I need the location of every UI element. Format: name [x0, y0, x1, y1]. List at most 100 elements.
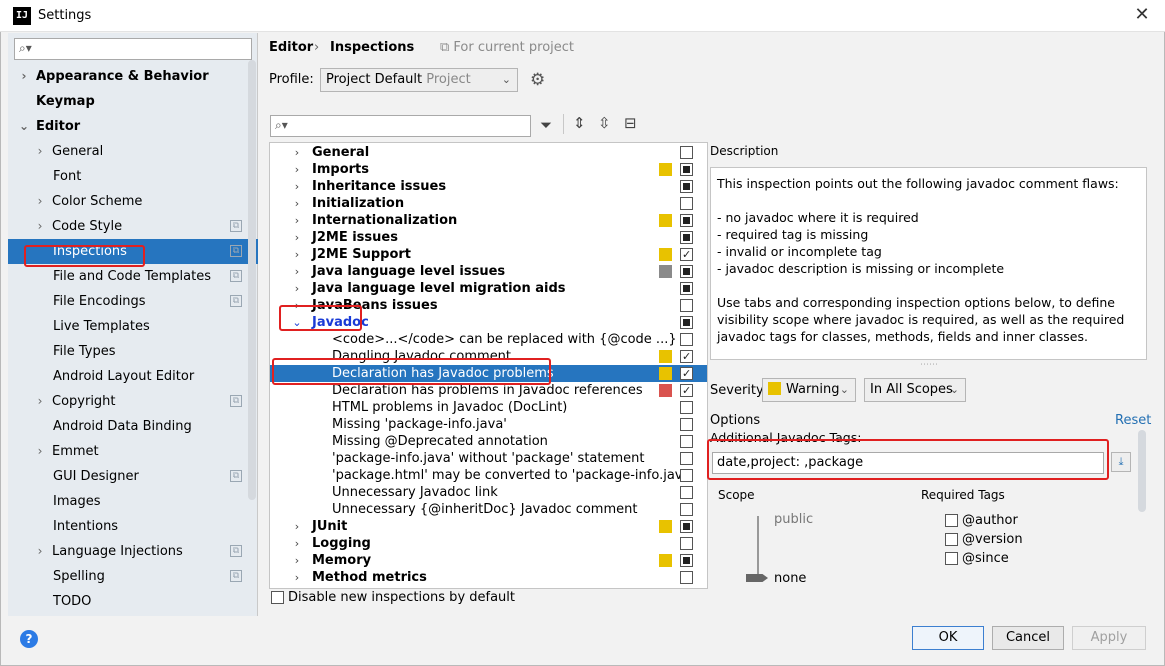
chevron-right-icon[interactable]: ›: [34, 439, 46, 464]
chevron-right-icon[interactable]: ›: [34, 139, 46, 164]
inspection-enabled-checkbox[interactable]: [680, 503, 693, 516]
inspection-row[interactable]: Missing 'package-info.java': [270, 416, 707, 433]
inspection-row[interactable]: HTML problems in Javadoc (DocLint): [270, 399, 707, 416]
inspection-enabled-checkbox[interactable]: [680, 452, 693, 465]
inspection-row[interactable]: 'package-info.java' without 'package' st…: [270, 450, 707, 467]
expand-field-icon[interactable]: ⤓: [1111, 452, 1131, 472]
sidebar-item-file-and-code-templates[interactable]: File and Code Templates ⧉: [8, 264, 258, 289]
inspection-enabled-checkbox[interactable]: [680, 265, 693, 278]
chevron-right-icon[interactable]: ›: [34, 389, 46, 414]
chevron-right-icon[interactable]: ›: [292, 280, 302, 297]
inspection-enabled-checkbox[interactable]: [680, 554, 693, 567]
collapse-all-icon[interactable]: ⇳: [598, 114, 611, 132]
chevron-right-icon[interactable]: ›: [292, 195, 302, 212]
inspection-enabled-checkbox[interactable]: [680, 418, 693, 431]
inspection-enabled-checkbox[interactable]: [680, 401, 693, 414]
sidebar-item-spelling[interactable]: Spelling ⧉: [8, 564, 258, 589]
sidebar-item-images[interactable]: Images: [8, 489, 258, 514]
chevron-right-icon[interactable]: ›: [292, 569, 302, 586]
sidebar-item-live-templates[interactable]: Live Templates: [8, 314, 258, 339]
sidebar-item-android-data-binding[interactable]: Android Data Binding: [8, 414, 258, 439]
reset-link[interactable]: Reset: [1115, 413, 1151, 428]
chevron-down-icon[interactable]: ⌄: [18, 114, 30, 139]
chevron-right-icon[interactable]: ›: [292, 552, 302, 569]
chevron-right-icon[interactable]: ›: [292, 212, 302, 229]
tag-version-checkbox[interactable]: [945, 533, 958, 546]
inspection-enabled-checkbox[interactable]: [680, 469, 693, 482]
inspection-row[interactable]: Unnecessary Javadoc link: [270, 484, 707, 501]
sidebar-search-input[interactable]: ⌕▾: [14, 38, 252, 60]
inspection-enabled-checkbox[interactable]: [680, 299, 693, 312]
inspection-enabled-checkbox[interactable]: [680, 180, 693, 193]
chevron-right-icon[interactable]: ›: [292, 229, 302, 246]
chevron-right-icon[interactable]: ›: [34, 214, 46, 239]
chevron-right-icon[interactable]: ›: [292, 246, 302, 263]
sidebar-item-intentions[interactable]: Intentions: [8, 514, 258, 539]
inspection-enabled-checkbox[interactable]: [680, 365, 693, 382]
sidebar-item-appearance-behavior[interactable]: › Appearance & Behavior: [8, 64, 258, 89]
filter-icon[interactable]: ⏷: [540, 116, 552, 134]
chevron-right-icon[interactable]: ›: [34, 189, 46, 214]
sidebar-item-file-encodings[interactable]: File Encodings ⧉: [8, 289, 258, 314]
chevron-right-icon[interactable]: ›: [292, 263, 302, 280]
inspection-group-row[interactable]: › Logging: [270, 535, 707, 552]
sidebar-item-editor[interactable]: ⌄ Editor: [8, 114, 258, 139]
splitter-handle[interactable]: ⋯⋯: [920, 360, 938, 370]
inspection-group-row[interactable]: › Memory: [270, 552, 707, 569]
inspection-enabled-checkbox[interactable]: [680, 231, 693, 244]
inspection-enabled-checkbox[interactable]: [680, 163, 693, 176]
inspection-search-input[interactable]: ⌕▾: [270, 115, 531, 137]
inspection-row[interactable]: Missing @Deprecated annotation: [270, 433, 707, 450]
inspection-group-row[interactable]: › J2ME issues: [270, 229, 707, 246]
inspection-group-row[interactable]: › Java language level migration aids: [270, 280, 707, 297]
inspection-group-row[interactable]: › Inheritance issues: [270, 178, 707, 195]
inspection-group-row[interactable]: › Java language level issues: [270, 263, 707, 280]
help-icon[interactable]: ?: [20, 630, 38, 648]
inspection-enabled-checkbox[interactable]: [680, 435, 693, 448]
inspection-enabled-checkbox[interactable]: [680, 537, 693, 550]
close-icon[interactable]: ✕: [1131, 4, 1153, 26]
inspection-group-row[interactable]: › Imports: [270, 161, 707, 178]
sidebar-item-font[interactable]: Font: [8, 164, 258, 189]
inspection-enabled-checkbox[interactable]: [680, 520, 693, 533]
reset-to-empty-icon[interactable]: ⊟: [624, 114, 637, 132]
sidebar-item-file-types[interactable]: File Types: [8, 339, 258, 364]
sidebar-scrollbar[interactable]: [248, 60, 256, 500]
chevron-right-icon[interactable]: ›: [292, 178, 302, 195]
sidebar-item-emmet[interactable]: › Emmet: [8, 439, 258, 464]
ok-button[interactable]: OK: [912, 626, 984, 650]
inspection-group-row[interactable]: › Initialization: [270, 195, 707, 212]
chevron-right-icon[interactable]: ›: [34, 539, 46, 564]
severity-select[interactable]: Warning ⌄: [762, 378, 856, 402]
scope-slider-track[interactable]: [757, 516, 759, 578]
inspection-enabled-checkbox[interactable]: [680, 333, 693, 346]
inspection-group-row[interactable]: › J2ME Support: [270, 246, 707, 263]
expand-all-icon[interactable]: ⇕: [573, 114, 586, 132]
chevron-right-icon[interactable]: ›: [292, 535, 302, 552]
inspection-enabled-checkbox[interactable]: [680, 486, 693, 499]
inspection-enabled-checkbox[interactable]: [680, 214, 693, 227]
inspection-enabled-checkbox[interactable]: [680, 146, 693, 159]
inspection-group-row[interactable]: › General: [270, 144, 707, 161]
chevron-right-icon[interactable]: ›: [292, 518, 302, 535]
inspection-group-row[interactable]: › Internationalization: [270, 212, 707, 229]
chevron-right-icon[interactable]: ›: [292, 144, 302, 161]
cancel-button[interactable]: Cancel: [992, 626, 1064, 650]
sidebar-item-color-scheme[interactable]: › Color Scheme: [8, 189, 258, 214]
tag-author-checkbox[interactable]: [945, 514, 958, 527]
sidebar-item-general[interactable]: › General: [8, 139, 258, 164]
sidebar-item-code-style[interactable]: › Code Style ⧉: [8, 214, 258, 239]
sidebar-item-gui-designer[interactable]: GUI Designer ⧉: [8, 464, 258, 489]
sidebar-item-todo[interactable]: TODO: [8, 589, 258, 614]
inspection-group-row[interactable]: › Method metrics: [270, 569, 707, 586]
inspection-enabled-checkbox[interactable]: [680, 382, 693, 399]
profile-select[interactable]: Project Default Project ⌄: [320, 68, 518, 92]
gear-icon[interactable]: ⚙: [530, 70, 545, 90]
inspection-row[interactable]: <code>...</code> can be replaced with {@…: [270, 331, 707, 348]
inspection-enabled-checkbox[interactable]: [680, 316, 693, 329]
inspection-row[interactable]: Unnecessary {@inheritDoc} Javadoc commen…: [270, 501, 707, 518]
inspection-enabled-checkbox[interactable]: [680, 571, 693, 584]
inspection-enabled-checkbox[interactable]: [680, 282, 693, 295]
sidebar-item-language-injections[interactable]: › Language Injections ⧉: [8, 539, 258, 564]
sidebar-item-android-layout-editor[interactable]: Android Layout Editor: [8, 364, 258, 389]
